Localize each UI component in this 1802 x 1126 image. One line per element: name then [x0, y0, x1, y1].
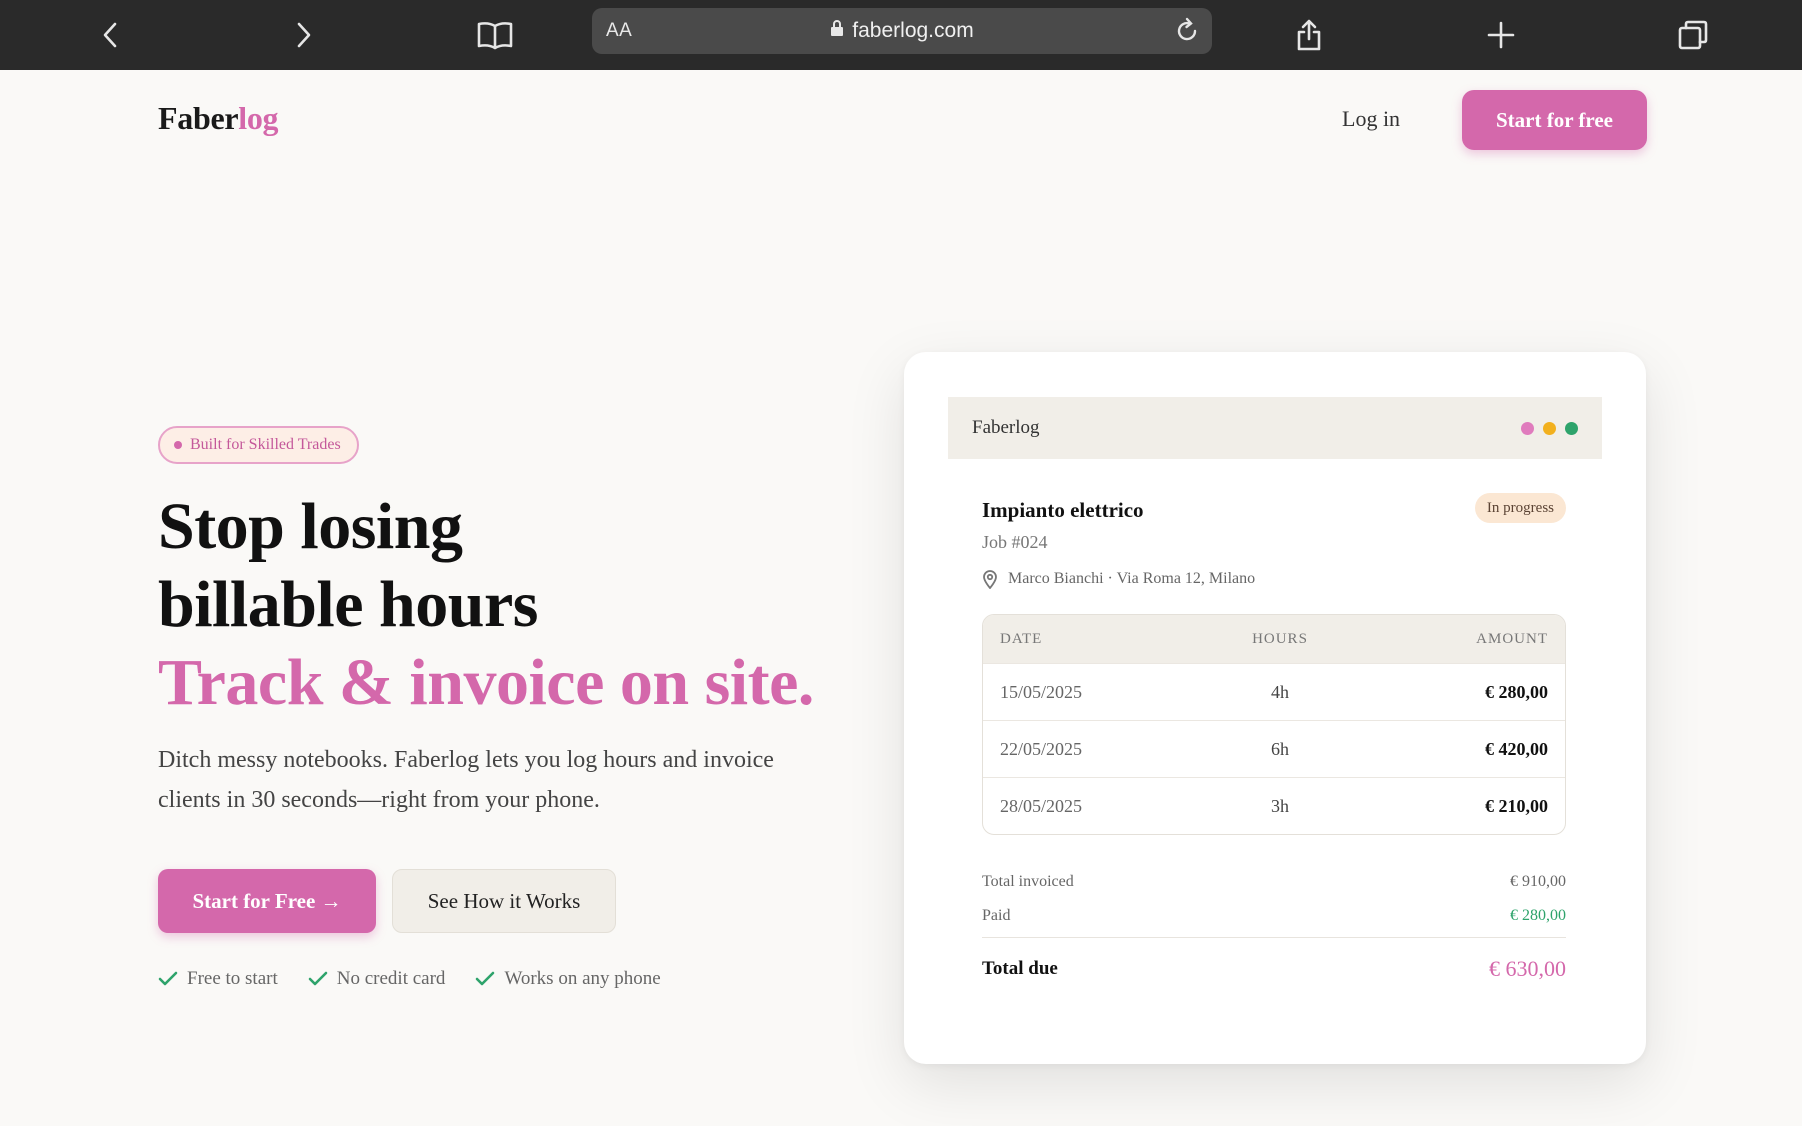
- tabs-icon: [1678, 20, 1708, 50]
- site-logo[interactable]: Faberlog: [158, 100, 279, 137]
- total-invoiced-value: € 910,00: [1510, 873, 1566, 890]
- tabs-button[interactable]: [1670, 12, 1716, 58]
- col-date: DATE: [1000, 630, 1043, 647]
- invoice-preview-card: Faberlog Impianto elettrico Job #024 In …: [904, 352, 1646, 1064]
- cell-date: 22/05/2025: [1000, 738, 1083, 759]
- headline-line-2: billable hours: [158, 568, 538, 641]
- hours-table: DATE HOURS AMOUNT 15/05/2025 4h € 280,00…: [982, 614, 1566, 835]
- lock-icon: [830, 19, 844, 43]
- feature-checks: Free to start No credit card Works on an…: [158, 968, 661, 990]
- cell-amount: € 420,00: [1485, 738, 1548, 759]
- book-icon: [477, 22, 513, 50]
- cell-amount: € 210,00: [1485, 795, 1548, 816]
- share-icon: [1297, 19, 1321, 51]
- total-due-label: Total due: [982, 958, 1058, 979]
- headline-line-3: Track & invoice on site.: [158, 646, 814, 719]
- total-due-row: Total due € 630,00: [982, 956, 1566, 982]
- forward-button[interactable]: [280, 12, 326, 58]
- back-button[interactable]: [88, 12, 134, 58]
- address-bar[interactable]: AA faberlog.com: [592, 8, 1212, 54]
- badge-label: Built for Skilled Trades: [190, 436, 341, 453]
- paid-value: € 280,00: [1510, 907, 1566, 924]
- check-icon: [158, 971, 178, 986]
- plus-icon: [1487, 21, 1515, 49]
- paid-label: Paid: [982, 907, 1011, 924]
- job-title: Impianto elettrico: [982, 498, 1144, 522]
- cell-hours: 6h: [1271, 738, 1289, 759]
- table-header: DATE HOURS AMOUNT: [983, 615, 1565, 663]
- share-button[interactable]: [1286, 12, 1332, 58]
- reader-button[interactable]: [472, 12, 518, 58]
- hero-description: Ditch messy notebooks. Faberlog lets you…: [158, 747, 774, 813]
- total-invoiced-row: Total invoiced € 910,00: [982, 873, 1566, 891]
- window-dot: [1543, 421, 1556, 435]
- cell-date: 15/05/2025: [1000, 681, 1083, 702]
- table-row: 15/05/2025 4h € 280,00: [983, 663, 1565, 720]
- url-text: faberlog.com: [852, 19, 974, 42]
- login-link[interactable]: Log in: [1342, 106, 1400, 132]
- start-free-button[interactable]: Start for Free →: [158, 869, 376, 933]
- paid-row: Paid € 280,00: [982, 907, 1566, 925]
- window-dots: [1521, 421, 1578, 435]
- cell-hours: 4h: [1271, 681, 1289, 702]
- summary-divider: [982, 937, 1566, 938]
- hero-headline: Stop losing billable hours Track & invoi…: [158, 488, 814, 722]
- job-number: Job #024: [982, 532, 1048, 552]
- headline-line-1: Stop losing: [158, 490, 463, 563]
- col-amount: AMOUNT: [1476, 630, 1548, 647]
- total-invoiced-label: Total invoiced: [982, 873, 1074, 890]
- check-icon: [476, 971, 495, 986]
- table-row: 28/05/2025 3h € 210,00: [983, 777, 1565, 834]
- location-pin-icon: [983, 570, 997, 589]
- chevron-right-icon: [297, 22, 311, 48]
- badge-dot: [174, 441, 182, 449]
- window-dot: [1565, 421, 1578, 435]
- client-line: Marco Bianchi · Via Roma 12, Milano: [1008, 570, 1256, 587]
- client-info: Marco Bianchi · Via Roma 12, Milano: [982, 569, 1255, 589]
- reload-icon: [1177, 17, 1197, 41]
- status-badge: In progress: [1474, 493, 1566, 523]
- check-item: No credit card: [308, 968, 445, 990]
- reload-button[interactable]: [1172, 16, 1202, 46]
- check-item: Works on any phone: [475, 968, 661, 990]
- table-row: 22/05/2025 6h € 420,00: [983, 720, 1565, 777]
- see-how-it-works-button[interactable]: See How it Works: [392, 869, 616, 933]
- check-icon: [308, 971, 328, 986]
- col-hours: HOURS: [1252, 630, 1308, 647]
- new-tab-button[interactable]: [1478, 12, 1524, 58]
- trades-badge: Built for Skilled Trades: [158, 426, 359, 464]
- chevron-left-icon: [103, 22, 117, 48]
- nav-start-free-button[interactable]: Start for free: [1462, 90, 1647, 150]
- cell-amount: € 280,00: [1485, 681, 1548, 702]
- browser-toolbar: AA faberlog.com: [0, 0, 1802, 70]
- total-due-value: € 630,00: [1489, 956, 1566, 981]
- card-titlebar: Faberlog: [948, 397, 1602, 459]
- cell-date: 28/05/2025: [1000, 795, 1083, 816]
- check-item: Free to start: [158, 968, 278, 990]
- card-app-title: Faberlog: [972, 417, 1040, 438]
- window-dot: [1521, 421, 1534, 435]
- cell-hours: 3h: [1271, 795, 1289, 816]
